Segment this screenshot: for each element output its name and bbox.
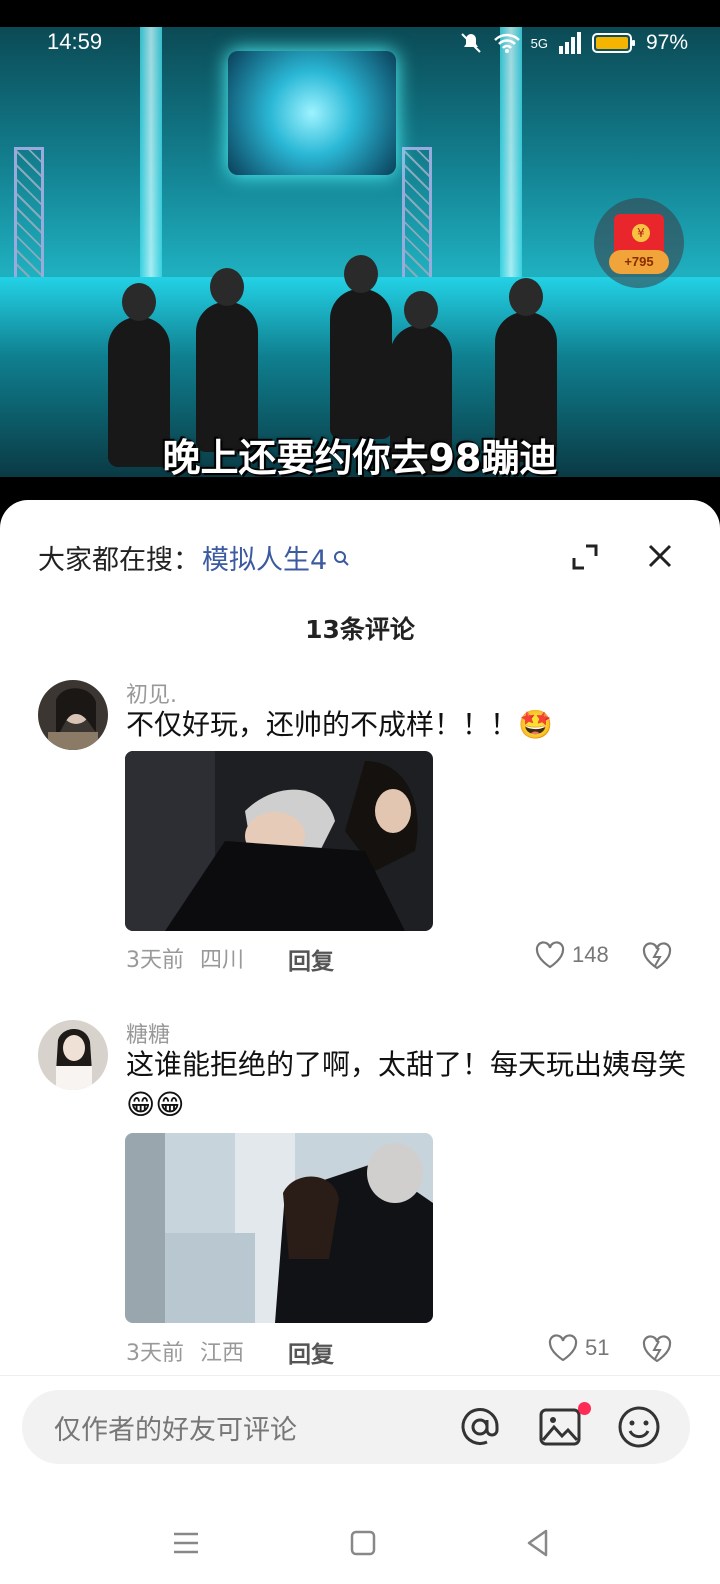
- comment-time: 3天前: [126, 948, 184, 973]
- comment-image[interactable]: [125, 1133, 433, 1323]
- avatar[interactable]: [38, 680, 108, 750]
- signal-icon: [558, 32, 581, 54]
- trending-search-keyword[interactable]: 模拟人生4: [202, 538, 327, 577]
- dislike-heart-icon[interactable]: [640, 1334, 674, 1364]
- home-icon[interactable]: [345, 1525, 381, 1561]
- expand-icon[interactable]: [570, 542, 600, 572]
- battery-icon: [591, 33, 635, 53]
- status-bar: 14:59 5G 97%: [0, 27, 720, 61]
- red-packet-button[interactable]: +795: [594, 198, 684, 288]
- trending-search-prefix: 大家都在搜：: [38, 545, 200, 576]
- at-mention-icon[interactable]: [457, 1404, 503, 1450]
- comment-location: 江西: [200, 1341, 245, 1366]
- search-icon: [334, 550, 349, 566]
- comment-text: 这谁能拒绝的了啊，太甜了！每天玩出姨母笑😁😁: [126, 1048, 687, 1121]
- back-icon[interactable]: [520, 1525, 556, 1561]
- video-subtitle: 晚上还要约你去98蹦迪: [162, 436, 558, 477]
- like-button[interactable]: 51: [547, 1334, 609, 1362]
- menu-icon[interactable]: [168, 1525, 204, 1561]
- close-icon[interactable]: [645, 541, 675, 571]
- comment-location: 四川: [200, 948, 245, 973]
- dislike-heart-icon[interactable]: [640, 941, 674, 971]
- notification-dot: [578, 1402, 591, 1415]
- comment-input[interactable]: 仅作者的好友可评论: [22, 1390, 690, 1464]
- comment-meta: 3天前 江西: [126, 1335, 260, 1367]
- video-light-pillar: [500, 27, 522, 287]
- comment-input-placeholder: 仅作者的好友可评论: [54, 1415, 297, 1446]
- comment-count: 13条评论: [305, 615, 415, 644]
- system-nav-bar: [0, 1503, 720, 1584]
- comment-meta: 3天前 四川: [126, 942, 260, 974]
- input-divider: [0, 1375, 720, 1376]
- video-stage-screen: [228, 51, 396, 175]
- comment-time: 3天前: [126, 1341, 184, 1366]
- status-time: 14:59: [47, 29, 103, 54]
- avatar[interactable]: [38, 1020, 108, 1090]
- comment-image[interactable]: [125, 751, 433, 931]
- battery-percent: 97%: [645, 31, 688, 54]
- video-light-pillar: [140, 27, 162, 287]
- mute-icon: [460, 33, 481, 53]
- like-button[interactable]: 148: [534, 941, 609, 969]
- red-packet-badge: +795: [609, 250, 669, 274]
- heart-icon: [548, 1334, 578, 1362]
- reply-button[interactable]: 回复: [288, 942, 334, 976]
- like-count: 51: [585, 1335, 610, 1360]
- comment-text: 不仅好玩，还帅的不成样！！！🤩: [126, 708, 553, 741]
- heart-icon: [535, 941, 565, 969]
- video-dancer: [330, 255, 392, 439]
- comment-sheet: 大家都在搜： 模拟人生4 13条评论 初见. 不仅好玩，还帅的不成样！！！🤩 3…: [0, 500, 720, 1584]
- trending-search[interactable]: 大家都在搜： 模拟人生4: [38, 538, 349, 577]
- status-icons: 5G 97%: [459, 31, 688, 55]
- reply-button[interactable]: 回复: [288, 1335, 334, 1369]
- like-count: 148: [572, 942, 609, 967]
- wifi-icon: [493, 33, 520, 53]
- network-label: 5G: [530, 35, 548, 51]
- image-picker-icon[interactable]: [537, 1404, 583, 1450]
- emoji-icon[interactable]: [616, 1404, 662, 1450]
